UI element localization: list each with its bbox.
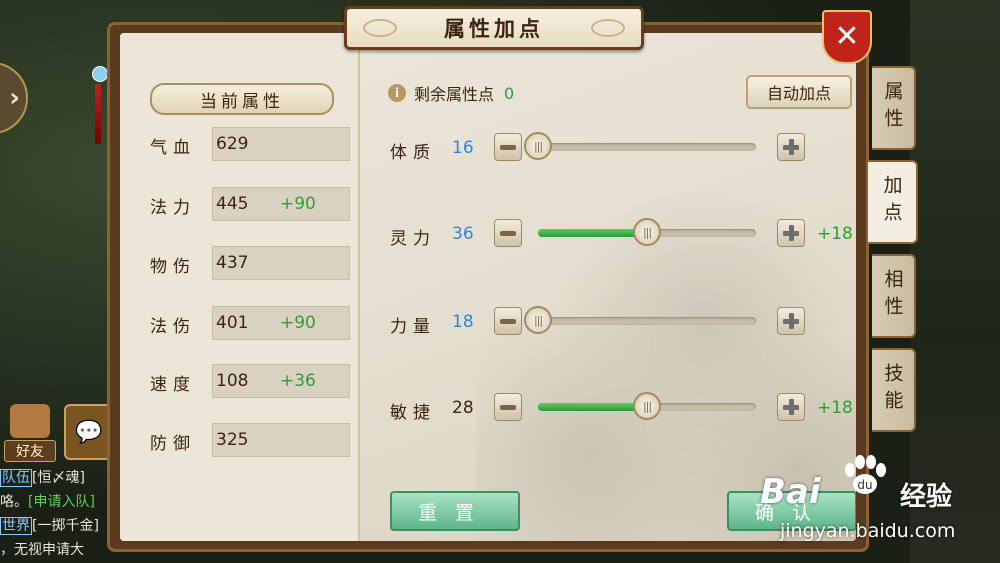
slider-thumb[interactable]: ||| bbox=[633, 218, 661, 246]
minus-icon bbox=[500, 318, 516, 324]
chat-line: 队伍 [恒〆魂] bbox=[0, 469, 85, 487]
attr-row-agility: 敏捷 28 ||| +18 bbox=[390, 391, 856, 427]
slider-thumb[interactable]: ||| bbox=[524, 306, 552, 334]
plus-icon bbox=[783, 139, 799, 155]
chat-line: 咯。[申请入队] bbox=[0, 494, 95, 510]
increase-button[interactable] bbox=[777, 307, 805, 335]
stat-row-magic-dmg: 法伤 401 +90 bbox=[150, 306, 350, 340]
attr-row-spirit: 灵力 36 ||| +18 bbox=[390, 217, 856, 253]
plus-icon bbox=[783, 225, 799, 241]
minus-icon bbox=[500, 404, 516, 410]
point-slider[interactable]: ||| bbox=[524, 306, 756, 334]
current-attributes-title: 当前属性 bbox=[150, 83, 334, 115]
stat-row-phys-dmg: 物伤 437 bbox=[150, 246, 350, 280]
chevron-right-icon: › bbox=[9, 83, 20, 113]
decrease-button[interactable] bbox=[494, 133, 522, 161]
plus-icon bbox=[783, 399, 799, 415]
stat-row-speed: 速度 108 +36 bbox=[150, 364, 350, 398]
close-button[interactable]: ✕ bbox=[822, 10, 872, 64]
remaining-points: i 剩余属性点 0 bbox=[388, 81, 514, 105]
baidu-jingyan-watermark: Bai du 经验 jingyan.baidu.com bbox=[760, 452, 1000, 548]
increase-button[interactable] bbox=[777, 133, 805, 161]
point-slider[interactable]: ||| bbox=[538, 218, 756, 246]
paw-logo-icon: du bbox=[845, 455, 886, 494]
svg-text:du: du bbox=[857, 478, 872, 492]
attribute-panel: 当前属性 气血 629 法力 445 +90 物伤 437 法伤 401 +90 速… bbox=[107, 22, 869, 552]
minus-icon bbox=[500, 144, 516, 150]
tab-allocate[interactable]: 加点 bbox=[868, 160, 918, 244]
attr-row-strength: 力量 18 ||| bbox=[390, 305, 856, 341]
handshake-icon bbox=[10, 404, 50, 438]
chat-line: ，无视申请大 bbox=[0, 542, 84, 558]
stat-row-defense: 防御 325 bbox=[150, 423, 350, 457]
cloud-ornament-icon bbox=[363, 19, 397, 37]
increase-button[interactable] bbox=[777, 219, 805, 247]
current-attributes-column: 当前属性 气血 629 法力 445 +90 物伤 437 法伤 401 +90 速… bbox=[120, 33, 360, 541]
attr-row-constitution: 体质 16 ||| bbox=[390, 131, 856, 167]
window-title: 属性加点 bbox=[444, 17, 544, 41]
plus-icon bbox=[783, 313, 799, 329]
increase-button[interactable] bbox=[777, 393, 805, 421]
tab-skills[interactable]: 技能 bbox=[872, 348, 916, 432]
point-slider[interactable]: ||| bbox=[538, 392, 756, 420]
stat-row-mana: 法力 445 +90 bbox=[150, 187, 350, 221]
reset-button[interactable]: 重置 bbox=[390, 491, 520, 531]
decrease-button[interactable] bbox=[494, 307, 522, 335]
info-icon[interactable]: i bbox=[388, 84, 406, 102]
stat-row-hp: 气血 629 bbox=[150, 127, 350, 161]
jade-pendant-ornament bbox=[88, 36, 108, 146]
chat-line: 世界 [一掷千金] bbox=[0, 517, 99, 535]
cloud-ornament-icon bbox=[591, 19, 625, 37]
tab-affinity[interactable]: 相性 bbox=[872, 254, 916, 338]
slider-thumb[interactable]: ||| bbox=[524, 132, 552, 160]
friend-label: 好友 bbox=[4, 440, 56, 462]
tab-attributes[interactable]: 属性 bbox=[872, 66, 916, 150]
minus-icon bbox=[500, 230, 516, 236]
decrease-button[interactable] bbox=[494, 393, 522, 421]
speech-bubble-icon: 💬 bbox=[75, 419, 103, 445]
window-title-plaque: 属性加点 bbox=[344, 6, 644, 50]
friend-button[interactable]: 好友 bbox=[4, 404, 56, 462]
slider-thumb[interactable]: ||| bbox=[633, 392, 661, 420]
chat-log: 队伍 [恒〆魂] 咯。[申请入队] 世界 [一掷千金] ，无视申请大 bbox=[0, 466, 120, 562]
decrease-button[interactable] bbox=[494, 219, 522, 247]
point-slider[interactable]: ||| bbox=[524, 132, 756, 160]
auto-allocate-button[interactable]: 自动加点 bbox=[746, 75, 852, 109]
close-icon: ✕ bbox=[834, 19, 860, 54]
